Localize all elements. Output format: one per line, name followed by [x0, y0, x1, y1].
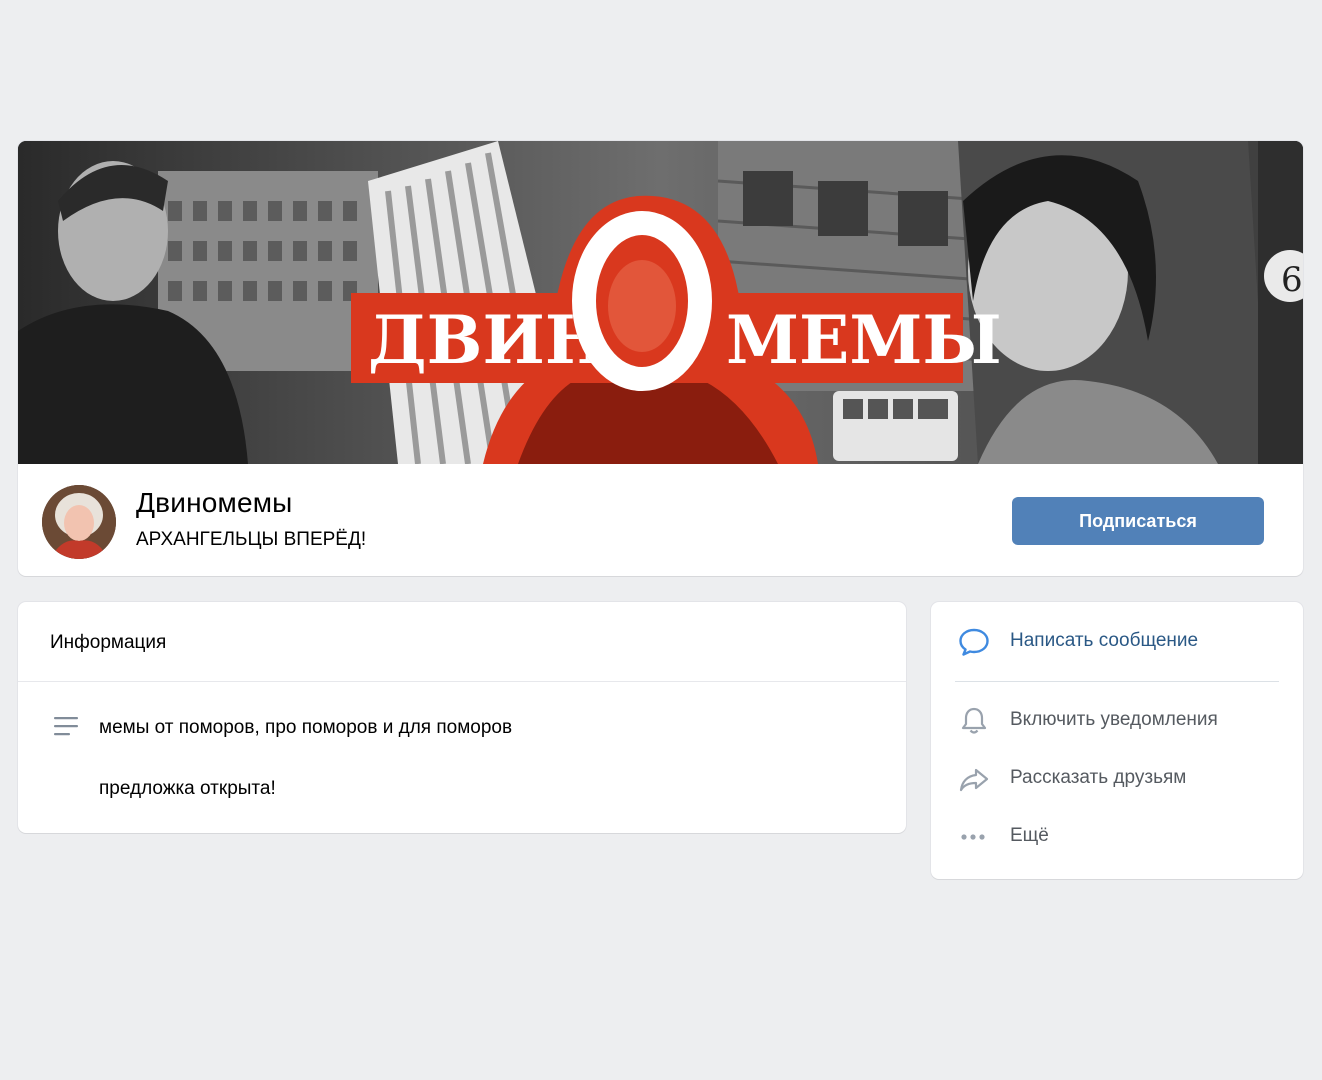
write-message-action[interactable]: Написать сообщение: [931, 619, 1303, 663]
cover-logo-left: ДВИН: [368, 301, 607, 379]
group-header-card: 6 ДВИН МЕМЫ Двиномемы АРХАНГЕЛЬЦЫ ВПЕРЁД…: [18, 141, 1303, 576]
cover-side-text: 6: [1281, 260, 1303, 300]
text-lines-icon: [54, 717, 78, 736]
actions-card: Написать сообщение Включить уведомления …: [931, 602, 1303, 879]
write-message-label: Написать сообщение: [1010, 630, 1199, 651]
info-card: Информация мемы от поморов, про поморов …: [18, 602, 906, 833]
divider: [955, 681, 1279, 682]
subscribe-button[interactable]: Подписаться: [1012, 497, 1264, 545]
divider: [18, 681, 906, 682]
info-title: Информация: [50, 632, 167, 653]
group-avatar[interactable]: [42, 485, 116, 559]
share-action[interactable]: Рассказать друзьям: [931, 756, 1303, 800]
cover-logo-right: МЕМЫ: [726, 301, 1002, 379]
more-label: Ещё: [1010, 825, 1049, 846]
cover-image: 6 ДВИН МЕМЫ: [18, 141, 1303, 464]
share-label: Рассказать друзьям: [1010, 767, 1187, 788]
cover-collage: 6 ДВИН МЕМЫ: [18, 141, 1303, 464]
enable-notifications-label: Включить уведомления: [1010, 709, 1218, 730]
group-name: Двиномемы: [136, 487, 293, 518]
more-icon: [961, 834, 985, 840]
comment-icon: [959, 628, 989, 656]
share-icon: [959, 768, 989, 792]
enable-notifications-action[interactable]: Включить уведомления: [931, 698, 1303, 742]
group-status: АРХАНГЕЛЬЦЫ ВПЕРЁД!: [136, 529, 367, 550]
description-text-secondary: предложка открыта!: [99, 778, 276, 799]
more-action[interactable]: Ещё: [931, 814, 1303, 858]
bell-icon: [961, 707, 987, 734]
description-text: мемы от поморов, про поморов и для помор…: [99, 717, 513, 738]
